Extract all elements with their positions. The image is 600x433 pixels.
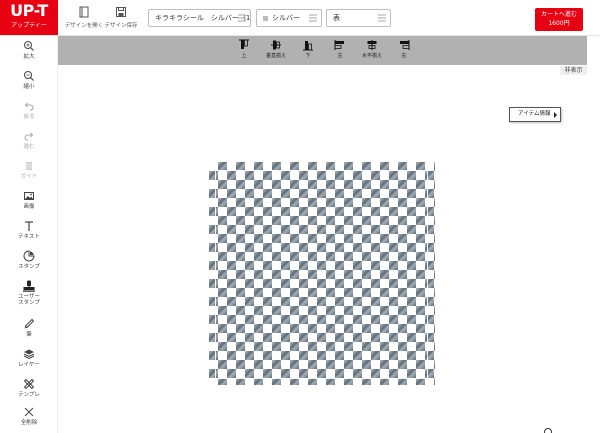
delete-all-button[interactable]: 全削除 xyxy=(0,406,58,433)
image-button[interactable]: 画像 xyxy=(0,190,58,220)
template-icon xyxy=(23,378,35,390)
align-bottom-icon xyxy=(303,41,313,51)
scroll-indicator[interactable] xyxy=(544,428,552,433)
align-left-label: 左 xyxy=(337,53,343,59)
tool-sidebar: 拡大 縮小 戻る 進む ガイド 画像 テキスト スタンプ ユーザー スタンプ 筆… xyxy=(0,36,58,433)
undo-icon xyxy=(24,102,34,111)
save-icon xyxy=(116,7,126,17)
color-select[interactable]: シルバー xyxy=(256,9,322,27)
layer-button[interactable]: レイヤー xyxy=(0,348,58,378)
print-area-guide xyxy=(215,170,428,379)
save-design-button[interactable]: デザイン保存 xyxy=(99,6,143,32)
guide-label: ガイド xyxy=(20,174,38,180)
guide-button[interactable]: ガイド xyxy=(0,160,58,190)
side-select[interactable]: 表 xyxy=(326,9,391,27)
item-info-label: アイテム情報 xyxy=(518,111,551,117)
template-label: テンプレ xyxy=(18,392,40,398)
zoom-in-label: 拡大 xyxy=(23,54,35,60)
stamp-icon xyxy=(23,250,35,262)
align-bottom-button[interactable]: 下 xyxy=(293,39,323,63)
save-design-label: デザイン保存 xyxy=(104,23,138,29)
align-right-button[interactable]: 右 xyxy=(389,39,419,63)
align-top-icon xyxy=(239,39,249,49)
text-label: テキスト xyxy=(18,234,40,240)
template-button[interactable]: テンプレ xyxy=(0,378,58,408)
undo-label: 戻る xyxy=(23,114,35,120)
product-select-value: キラキラシール シルバー（1 xyxy=(155,14,251,22)
brush-icon xyxy=(24,318,35,329)
stamp-label: スタンプ xyxy=(18,264,40,270)
color-swatch xyxy=(263,15,268,21)
item-info-button[interactable]: アイテム情報 xyxy=(509,107,561,122)
text-button[interactable]: テキスト xyxy=(0,220,58,250)
align-toolbar: 上 垂直揃え 下 左 水平揃え 右 xyxy=(58,36,587,65)
align-bottom-label: 下 xyxy=(305,53,311,59)
list-icon xyxy=(238,14,246,22)
align-vertical-center-label: 垂直揃え xyxy=(265,53,286,59)
zoom-in-icon xyxy=(24,41,34,51)
product-select[interactable]: キラキラシール シルバー（1 xyxy=(148,9,251,27)
list-icon xyxy=(309,14,317,22)
zoom-in-button[interactable]: 拡大 xyxy=(0,40,58,70)
cart-label: カートへ進む xyxy=(540,11,577,18)
align-left-button[interactable]: 左 xyxy=(325,39,355,63)
zoom-out-label: 縮小 xyxy=(23,84,35,90)
site-logo[interactable]: UP-T アップティー xyxy=(0,0,58,35)
user-stamp-button[interactable]: ユーザー スタンプ xyxy=(0,280,58,316)
user-stamp-label: ユーザー スタンプ xyxy=(18,294,40,306)
side-select-value: 表 xyxy=(333,14,340,22)
align-right-icon xyxy=(400,40,410,50)
brush-label: 筆 xyxy=(26,332,32,338)
text-icon xyxy=(25,221,33,231)
logo-text: UP-T xyxy=(10,1,48,20)
delete-all-label: 全削除 xyxy=(20,420,38,426)
cart-price: 1600円 xyxy=(548,20,570,27)
align-vertical-center-button[interactable]: 垂直揃え xyxy=(261,39,291,63)
align-top-label: 上 xyxy=(241,53,247,59)
delete-all-icon xyxy=(24,407,34,417)
undo-button[interactable]: 戻る xyxy=(0,100,58,130)
align-horizontal-center-label: 水平揃え xyxy=(361,53,382,59)
layers-icon xyxy=(23,349,35,360)
open-design-icon xyxy=(79,6,89,18)
redo-button[interactable]: 進む xyxy=(0,130,58,160)
guide-icon xyxy=(26,162,32,170)
zoom-out-button[interactable]: 縮小 xyxy=(0,70,58,100)
arrow-right-icon xyxy=(554,112,557,118)
align-vertical-center-icon xyxy=(271,40,281,50)
zoom-out-icon xyxy=(24,71,34,81)
logo-subtext: アップティー xyxy=(11,22,47,29)
top-header: UP-T アップティー デザインを開く デザイン保存 キラキラシール シルバー（… xyxy=(0,0,600,36)
image-icon xyxy=(24,192,34,200)
align-horizontal-center-icon xyxy=(367,40,377,50)
image-label: 画像 xyxy=(23,204,35,210)
align-right-label: 右 xyxy=(401,53,407,59)
brush-button[interactable]: 筆 xyxy=(0,318,58,348)
align-top-button[interactable]: 上 xyxy=(229,39,259,63)
align-left-icon xyxy=(334,40,344,50)
user-stamp-icon xyxy=(23,280,35,292)
layer-label: レイヤー xyxy=(18,362,40,368)
redo-icon xyxy=(24,132,34,141)
stamp-button[interactable]: スタンプ xyxy=(0,250,58,280)
list-icon xyxy=(378,14,386,22)
go-to-cart-button[interactable]: カートへ進む 1600円 xyxy=(535,8,583,31)
color-select-value: シルバー xyxy=(272,14,300,22)
redo-label: 進む xyxy=(23,144,35,150)
align-horizontal-center-button[interactable]: 水平揃え xyxy=(357,39,387,63)
hide-toolbar-button[interactable]: 非表示 xyxy=(560,66,587,75)
